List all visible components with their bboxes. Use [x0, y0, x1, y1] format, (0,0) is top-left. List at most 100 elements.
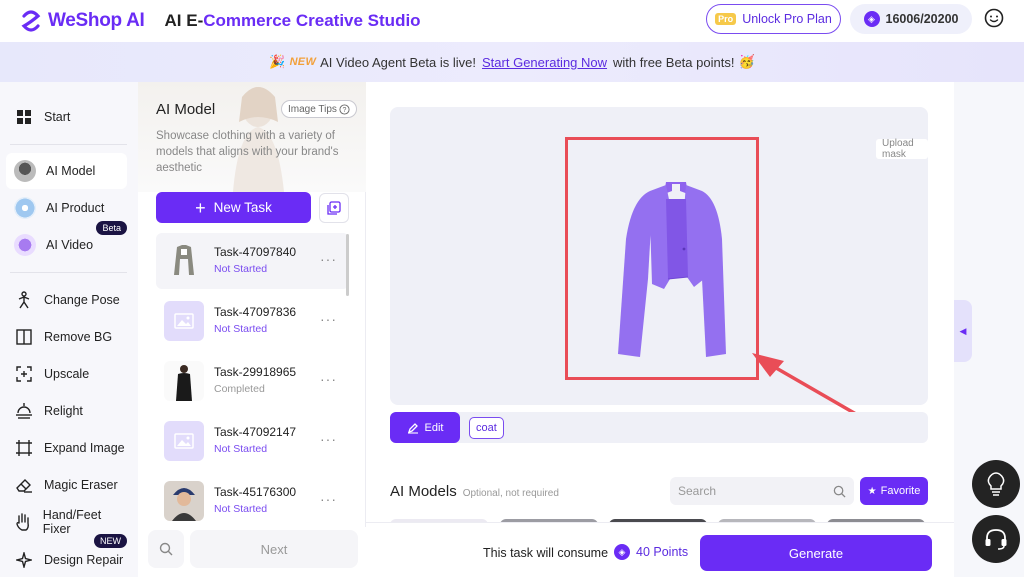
announcement-banner: 🎉 NEW AI Video Agent Beta is live! Start… — [0, 42, 1024, 82]
upscale-icon — [14, 364, 34, 384]
sidebar-item-relight[interactable]: Relight — [6, 393, 127, 429]
coin-icon: ◈ — [863, 11, 880, 27]
next-button[interactable]: Next — [190, 530, 358, 568]
task-name: Task-47097836 — [214, 305, 297, 319]
more-icon[interactable]: ··· — [320, 431, 337, 447]
task-row[interactable]: Task-47097836 Not Started ··· — [156, 293, 349, 349]
new-task-button[interactable]: + New Task — [156, 192, 311, 223]
batch-task-button[interactable] — [319, 193, 349, 223]
panel-description: Showcase clothing with a variety of mode… — [156, 130, 339, 174]
new-badge: NEW — [94, 534, 127, 548]
lightbulb-icon — [987, 472, 1005, 496]
consume-text: This task will consume — [483, 546, 609, 560]
task-status: Not Started — [214, 503, 268, 515]
divider — [10, 272, 127, 273]
pro-tag: Pro — [715, 13, 737, 25]
search-icon — [833, 485, 846, 498]
unlock-pro-label: Unlock Pro Plan — [742, 12, 832, 26]
task-panel: AI Model Image Tips ? Showcase clothing … — [138, 82, 366, 577]
ai-models-title: AI Models — [390, 483, 457, 500]
app-title-prefix: AI E- — [164, 11, 204, 30]
sidebar-item-ai-model[interactable]: AI Model — [6, 153, 127, 189]
consume-points-value: 40 Points — [636, 545, 689, 559]
sidebar-item-expand-image[interactable]: Expand Image — [6, 430, 127, 466]
repair-icon — [14, 550, 34, 570]
sidebar-item-change-pose[interactable]: Change Pose — [6, 282, 127, 318]
plus-icon: + — [195, 197, 206, 218]
task-list-scrollbar[interactable] — [346, 234, 349, 296]
edit-button[interactable]: Edit — [390, 412, 460, 443]
task-thumbnail — [164, 361, 204, 401]
coin-icon: ◈ — [614, 544, 630, 560]
task-row[interactable]: Task-29918965 Completed ··· — [156, 353, 349, 409]
more-icon[interactable]: ··· — [320, 371, 337, 387]
user-avatar-icon[interactable] — [984, 8, 1004, 28]
garment-tag[interactable]: coat — [469, 417, 504, 439]
sidebar-item-label: Hand/Feet Fixer — [42, 508, 102, 536]
sidebar-item-remove-bg[interactable]: Remove BG — [6, 319, 127, 355]
image-tips-label: Image Tips — [288, 103, 337, 115]
task-row[interactable]: Task-47097840 Not Started ··· — [156, 233, 349, 289]
svg-text:?: ? — [342, 107, 346, 114]
points-value: 16006/20200 — [885, 12, 959, 26]
upload-canvas[interactable]: Upload mask — [390, 107, 928, 427]
task-search-button[interactable] — [148, 530, 184, 568]
app-title: AI E-Commerce Creative Studio — [165, 11, 421, 31]
image-tips-button[interactable]: Image Tips ? — [281, 100, 357, 118]
panel-title: AI Model — [156, 101, 216, 118]
sidebar-item-start[interactable]: Start — [6, 99, 127, 135]
collapse-panel-toggle[interactable]: ◀ — [954, 300, 972, 362]
generate-button[interactable]: Generate — [700, 535, 932, 571]
sidebar-item-magic-eraser[interactable]: Magic Eraser — [6, 467, 127, 503]
task-panel-footer: Next — [138, 527, 366, 577]
sidebar: Start AI Model AI Product AI Video Beta … — [0, 82, 138, 577]
top-header: WeShop AI AI E-Commerce Creative Studio … — [0, 0, 1024, 42]
sidebar-item-design-repair[interactable]: Design Repair NEW — [6, 534, 127, 577]
sidebar-item-label: AI Video — [46, 238, 94, 252]
sidebar-item-upscale[interactable]: Upscale — [6, 356, 127, 392]
pencil-icon — [407, 422, 418, 434]
sidebar-item-label: Start — [44, 110, 71, 124]
headset-icon — [985, 529, 1007, 550]
sidebar-item-label: Change Pose — [44, 293, 120, 307]
tips-float-button[interactable] — [972, 460, 1020, 508]
favorite-button[interactable]: ★ Favorite — [860, 477, 928, 505]
avatar-icon — [14, 160, 36, 182]
favorite-label: Favorite — [880, 485, 921, 497]
more-icon[interactable]: ··· — [320, 251, 337, 267]
grid-icon — [14, 107, 34, 127]
sidebar-item-label: Expand Image — [44, 441, 125, 455]
task-name: Task-29918965 — [214, 365, 297, 379]
copy-add-icon — [327, 201, 341, 215]
logo-text: WeShop AI — [48, 10, 145, 31]
support-float-button[interactable] — [972, 515, 1020, 563]
more-icon[interactable]: ··· — [320, 491, 337, 507]
video-icon — [14, 234, 36, 256]
upload-mask-button[interactable]: Upload mask — [876, 138, 928, 160]
task-status: Not Started — [214, 323, 268, 335]
task-status: Not Started — [214, 263, 268, 275]
banner-text-after: with free Beta points! — [613, 54, 735, 70]
task-thumbnail — [164, 481, 204, 521]
expand-icon — [14, 438, 34, 458]
logo[interactable]: WeShop AI — [20, 10, 145, 32]
unlock-pro-button[interactable]: Pro Unlock Pro Plan — [706, 4, 841, 34]
more-icon[interactable]: ··· — [320, 311, 337, 327]
start-generating-link[interactable]: Start Generating Now — [482, 55, 607, 70]
sidebar-item-ai-video[interactable]: AI Video Beta — [6, 221, 127, 263]
task-row[interactable]: Task-45176300 Not Started ··· — [156, 473, 349, 529]
sidebar-item-label: AI Model — [46, 164, 96, 178]
points-balance[interactable]: ◈ 16006/20200 — [850, 4, 972, 34]
task-thumbnail — [164, 421, 204, 461]
model-search-input[interactable]: Search — [670, 477, 854, 505]
sidebar-item-label: Upscale — [44, 367, 90, 381]
task-row[interactable]: Task-47092147 Not Started ··· — [156, 413, 349, 469]
image-placeholder-icon — [174, 313, 194, 329]
product-icon — [14, 197, 36, 219]
beta-badge: Beta — [96, 221, 127, 235]
consume-points: ◈ 40 Points — [614, 544, 688, 560]
app-title-rest: Commerce Creative Studio — [203, 11, 421, 30]
search-icon — [159, 542, 173, 556]
edit-toolbar: Edit coat — [390, 412, 928, 443]
eraser-icon — [14, 475, 34, 495]
